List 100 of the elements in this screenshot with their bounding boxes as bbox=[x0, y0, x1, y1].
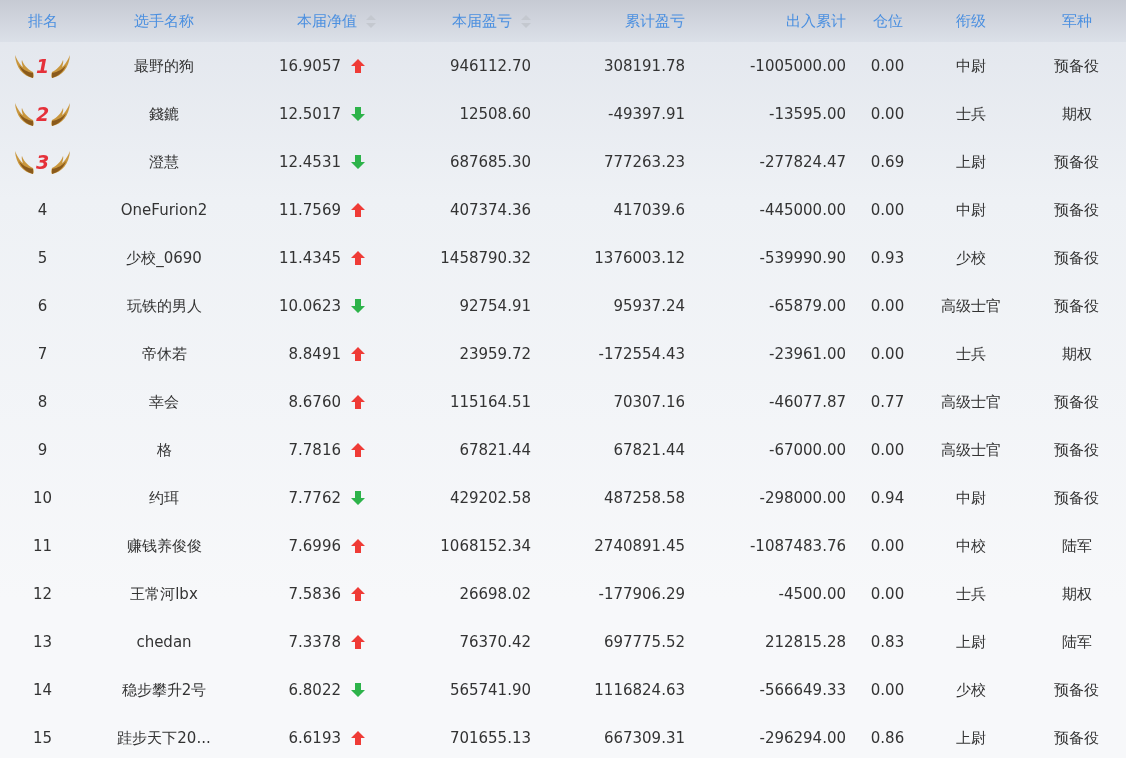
player-name: 稳步攀升2号 bbox=[121, 679, 207, 701]
rank-title: 上尉 bbox=[956, 727, 986, 749]
branch-label: 预备役 bbox=[1054, 727, 1099, 749]
position-value: 0.00 bbox=[870, 535, 905, 557]
position-value: 0.00 bbox=[870, 679, 905, 701]
branch-label: 预备役 bbox=[1054, 391, 1099, 413]
net-flow: -1005000.00 bbox=[749, 55, 846, 77]
column-header[interactable]: 本届净值 bbox=[297, 9, 357, 33]
rank-title: 高级士官 bbox=[941, 391, 1001, 413]
rank-title: 高级士官 bbox=[941, 295, 1001, 317]
player-name: 赚钱养俊俊 bbox=[126, 535, 202, 557]
cumulative-profit: 95937.24 bbox=[613, 295, 685, 317]
cumulative-profit: 697775.52 bbox=[603, 631, 685, 653]
rank-title: 中校 bbox=[956, 535, 986, 557]
position-value: 0.86 bbox=[870, 727, 905, 749]
column-header[interactable]: 本届盈亏 bbox=[452, 9, 512, 33]
rank-number: 11 bbox=[32, 535, 53, 557]
rank-title: 士兵 bbox=[956, 103, 986, 125]
branch-label: 预备役 bbox=[1054, 295, 1099, 317]
rank-title: 上尉 bbox=[956, 631, 986, 653]
rank-number: 4 bbox=[37, 199, 48, 221]
profit-value: 429202.58 bbox=[449, 487, 531, 509]
profit-value: 115164.51 bbox=[449, 391, 531, 413]
net-value: 7.3378 bbox=[288, 631, 341, 653]
position-value: 0.00 bbox=[870, 55, 905, 77]
cumulative-profit: 1376003.12 bbox=[594, 247, 685, 269]
position-value: 0.00 bbox=[870, 199, 905, 221]
player-name: 帝休若 bbox=[141, 343, 187, 365]
profit-value: 26698.02 bbox=[459, 583, 531, 605]
cumulative-profit: 667309.31 bbox=[603, 727, 685, 749]
rank-number: 1 bbox=[35, 53, 50, 79]
rank-number: 10 bbox=[32, 487, 53, 509]
rank-title: 中尉 bbox=[956, 487, 986, 509]
cumulative-profit: 67821.44 bbox=[613, 439, 685, 461]
rank-title: 中尉 bbox=[956, 199, 986, 221]
position-value: 0.00 bbox=[870, 295, 905, 317]
net-value: 7.6996 bbox=[288, 535, 341, 557]
profit-value: 687685.30 bbox=[449, 151, 531, 173]
branch-label: 期权 bbox=[1061, 103, 1092, 125]
profit-value: 76370.42 bbox=[459, 631, 531, 653]
rank-number: 5 bbox=[37, 247, 48, 269]
position-value: 0.00 bbox=[870, 343, 905, 365]
net-flow: -298000.00 bbox=[759, 487, 846, 509]
player-name: 最野的狗 bbox=[134, 55, 194, 77]
branch-label: 预备役 bbox=[1054, 247, 1099, 269]
rank-number: 14 bbox=[32, 679, 53, 701]
rank-title: 士兵 bbox=[956, 343, 986, 365]
position-value: 0.69 bbox=[870, 151, 905, 173]
net-value: 8.6760 bbox=[288, 391, 341, 413]
net-value: 7.5836 bbox=[288, 583, 341, 605]
cumulative-profit: 70307.16 bbox=[613, 391, 685, 413]
net-flow: -296294.00 bbox=[759, 727, 846, 749]
player-name: 玩铁的男人 bbox=[126, 295, 202, 317]
net-flow: -46077.87 bbox=[769, 391, 846, 413]
rank-number: 3 bbox=[35, 149, 50, 175]
rank-title: 少校 bbox=[956, 247, 986, 269]
net-flow: -4500.00 bbox=[778, 583, 846, 605]
rank-number: 15 bbox=[32, 727, 53, 749]
cumulative-profit: 777263.23 bbox=[603, 151, 685, 173]
profit-value: 1458790.32 bbox=[440, 247, 531, 269]
profit-value: 701655.13 bbox=[449, 727, 531, 749]
net-flow: -539990.90 bbox=[759, 247, 846, 269]
rank-number: 9 bbox=[37, 439, 48, 461]
cumulative-profit: 2740891.45 bbox=[594, 535, 685, 557]
branch-label: 陆军 bbox=[1061, 631, 1092, 653]
rank-number: 6 bbox=[37, 295, 48, 317]
rank-number: 2 bbox=[35, 101, 50, 127]
net-flow: -277824.47 bbox=[759, 151, 846, 173]
profit-value: 92754.91 bbox=[459, 295, 531, 317]
net-flow: -445000.00 bbox=[759, 199, 846, 221]
position-value: 0.00 bbox=[870, 103, 905, 125]
rank-number: 7 bbox=[37, 343, 48, 365]
net-flow: -23961.00 bbox=[769, 343, 846, 365]
net-value: 12.4531 bbox=[278, 151, 341, 173]
player-name: chedan bbox=[136, 631, 192, 653]
net-flow: -13595.00 bbox=[769, 103, 846, 125]
player-name: 錢鏕 bbox=[149, 103, 179, 125]
net-value: 8.8491 bbox=[288, 343, 341, 365]
net-flow: -65879.00 bbox=[769, 295, 846, 317]
net-value: 11.4345 bbox=[278, 247, 341, 269]
player-name: 约珥 bbox=[149, 487, 179, 509]
branch-label: 期权 bbox=[1061, 343, 1092, 365]
net-value: 11.7569 bbox=[278, 199, 341, 221]
player-name: 澄慧 bbox=[149, 151, 179, 173]
rank-title: 中尉 bbox=[956, 55, 986, 77]
position-value: 0.93 bbox=[870, 247, 905, 269]
net-value: 7.7762 bbox=[288, 487, 341, 509]
branch-label: 预备役 bbox=[1054, 679, 1099, 701]
rank-title: 上尉 bbox=[956, 151, 986, 173]
column-header: 排名 bbox=[27, 10, 58, 32]
net-flow: -566649.33 bbox=[759, 679, 846, 701]
cumulative-profit: 1116824.63 bbox=[594, 679, 685, 701]
net-value: 6.6193 bbox=[288, 727, 341, 749]
net-flow: 212815.28 bbox=[764, 631, 846, 653]
cumulative-profit: 308191.78 bbox=[603, 55, 685, 77]
cumulative-profit: -172554.43 bbox=[598, 343, 685, 365]
net-value: 10.0623 bbox=[278, 295, 341, 317]
player-name: 王常河lbx bbox=[130, 583, 198, 605]
position-value: 0.77 bbox=[870, 391, 905, 413]
profit-value: 946112.70 bbox=[449, 55, 531, 77]
